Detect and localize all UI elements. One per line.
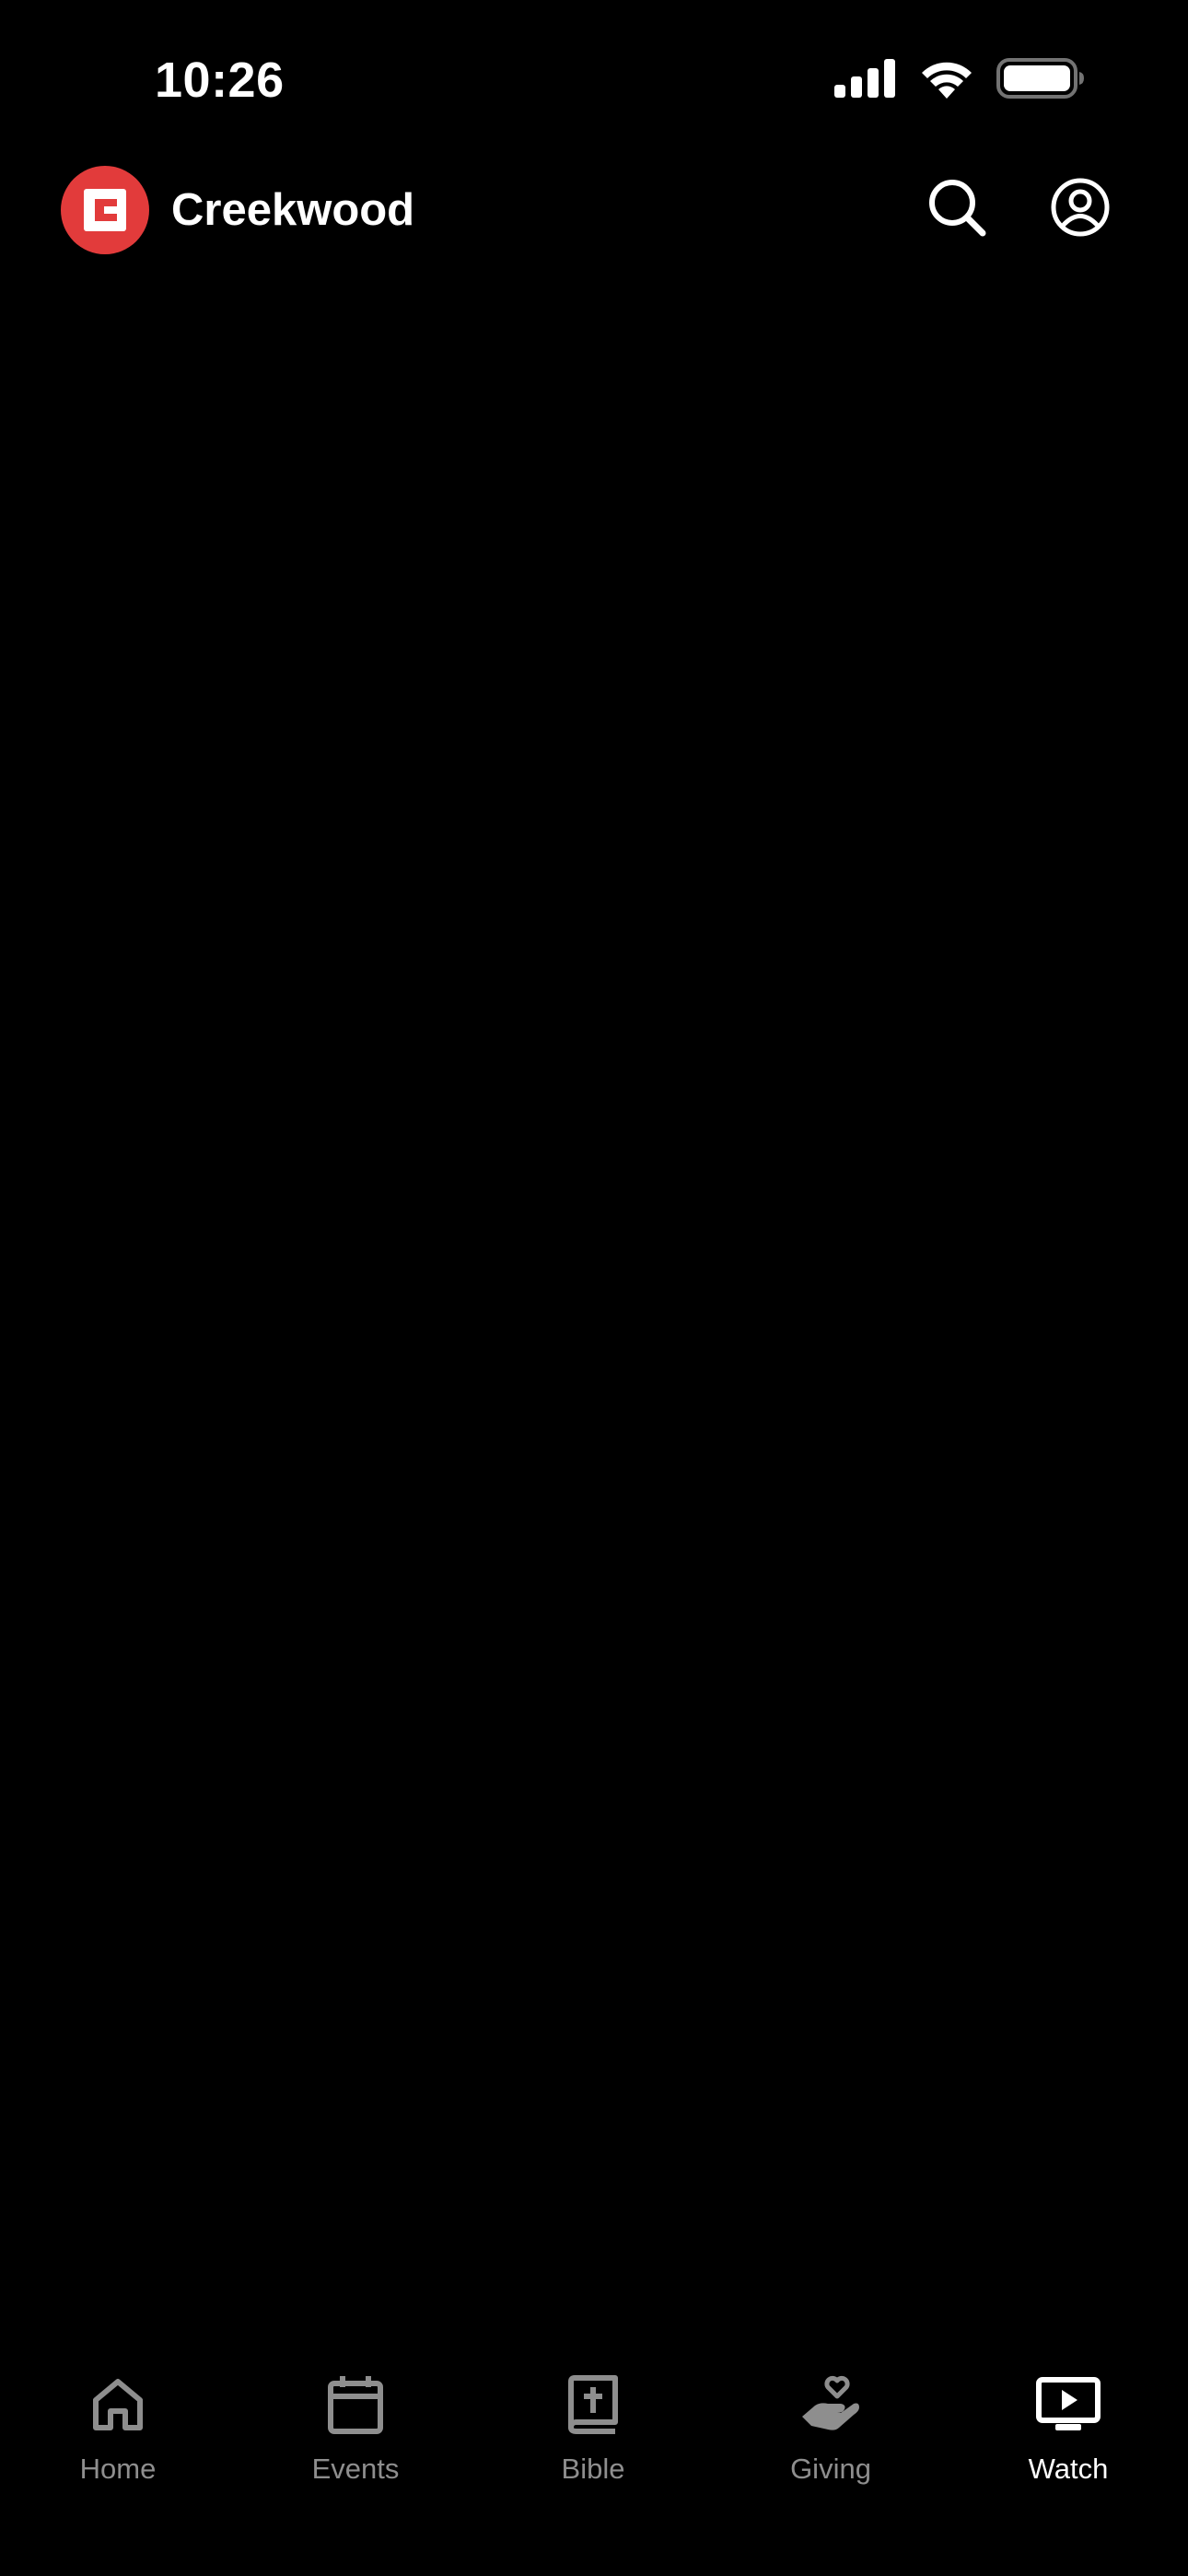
tab-bible[interactable]: Bible: [501, 2368, 685, 2506]
tab-bar: Home Events Bible Giving Watch: [0, 2340, 1188, 2576]
app-name: Creekwood: [171, 185, 415, 235]
tab-label: Giving: [790, 2453, 871, 2485]
search-icon: [929, 180, 986, 237]
tab-watch[interactable]: Watch: [976, 2368, 1160, 2506]
tab-label: Events: [311, 2453, 400, 2485]
tab-label: Watch: [1028, 2453, 1109, 2485]
cellular-signal-icon: [834, 58, 897, 102]
calendar-icon: [319, 2368, 392, 2441]
tab-events[interactable]: Events: [263, 2368, 448, 2506]
status-time: 10:26: [155, 53, 285, 108]
home-icon: [81, 2368, 155, 2441]
battery-icon: [996, 57, 1085, 103]
brand[interactable]: Creekwood: [61, 166, 414, 254]
creekwood-logo-icon: [84, 189, 126, 231]
status-icons: [834, 57, 1085, 103]
profile-button[interactable]: [1048, 175, 1112, 240]
tab-home[interactable]: Home: [26, 2368, 210, 2506]
content-area: [0, 276, 1188, 2340]
search-button[interactable]: [925, 175, 989, 240]
tv-play-icon: [1031, 2368, 1105, 2441]
brand-logo: [61, 166, 149, 254]
wifi-icon: [919, 58, 974, 103]
tab-label: Home: [79, 2453, 157, 2485]
app-header: Creekwood: [0, 157, 1188, 267]
bible-icon: [556, 2368, 630, 2441]
giving-hand-icon: [794, 2368, 868, 2441]
status-bar: 10:26: [0, 0, 1188, 157]
header-actions: [925, 175, 1112, 240]
user-circle-icon: [1051, 178, 1110, 237]
tab-label: Bible: [561, 2453, 625, 2485]
tab-giving[interactable]: Giving: [739, 2368, 923, 2506]
